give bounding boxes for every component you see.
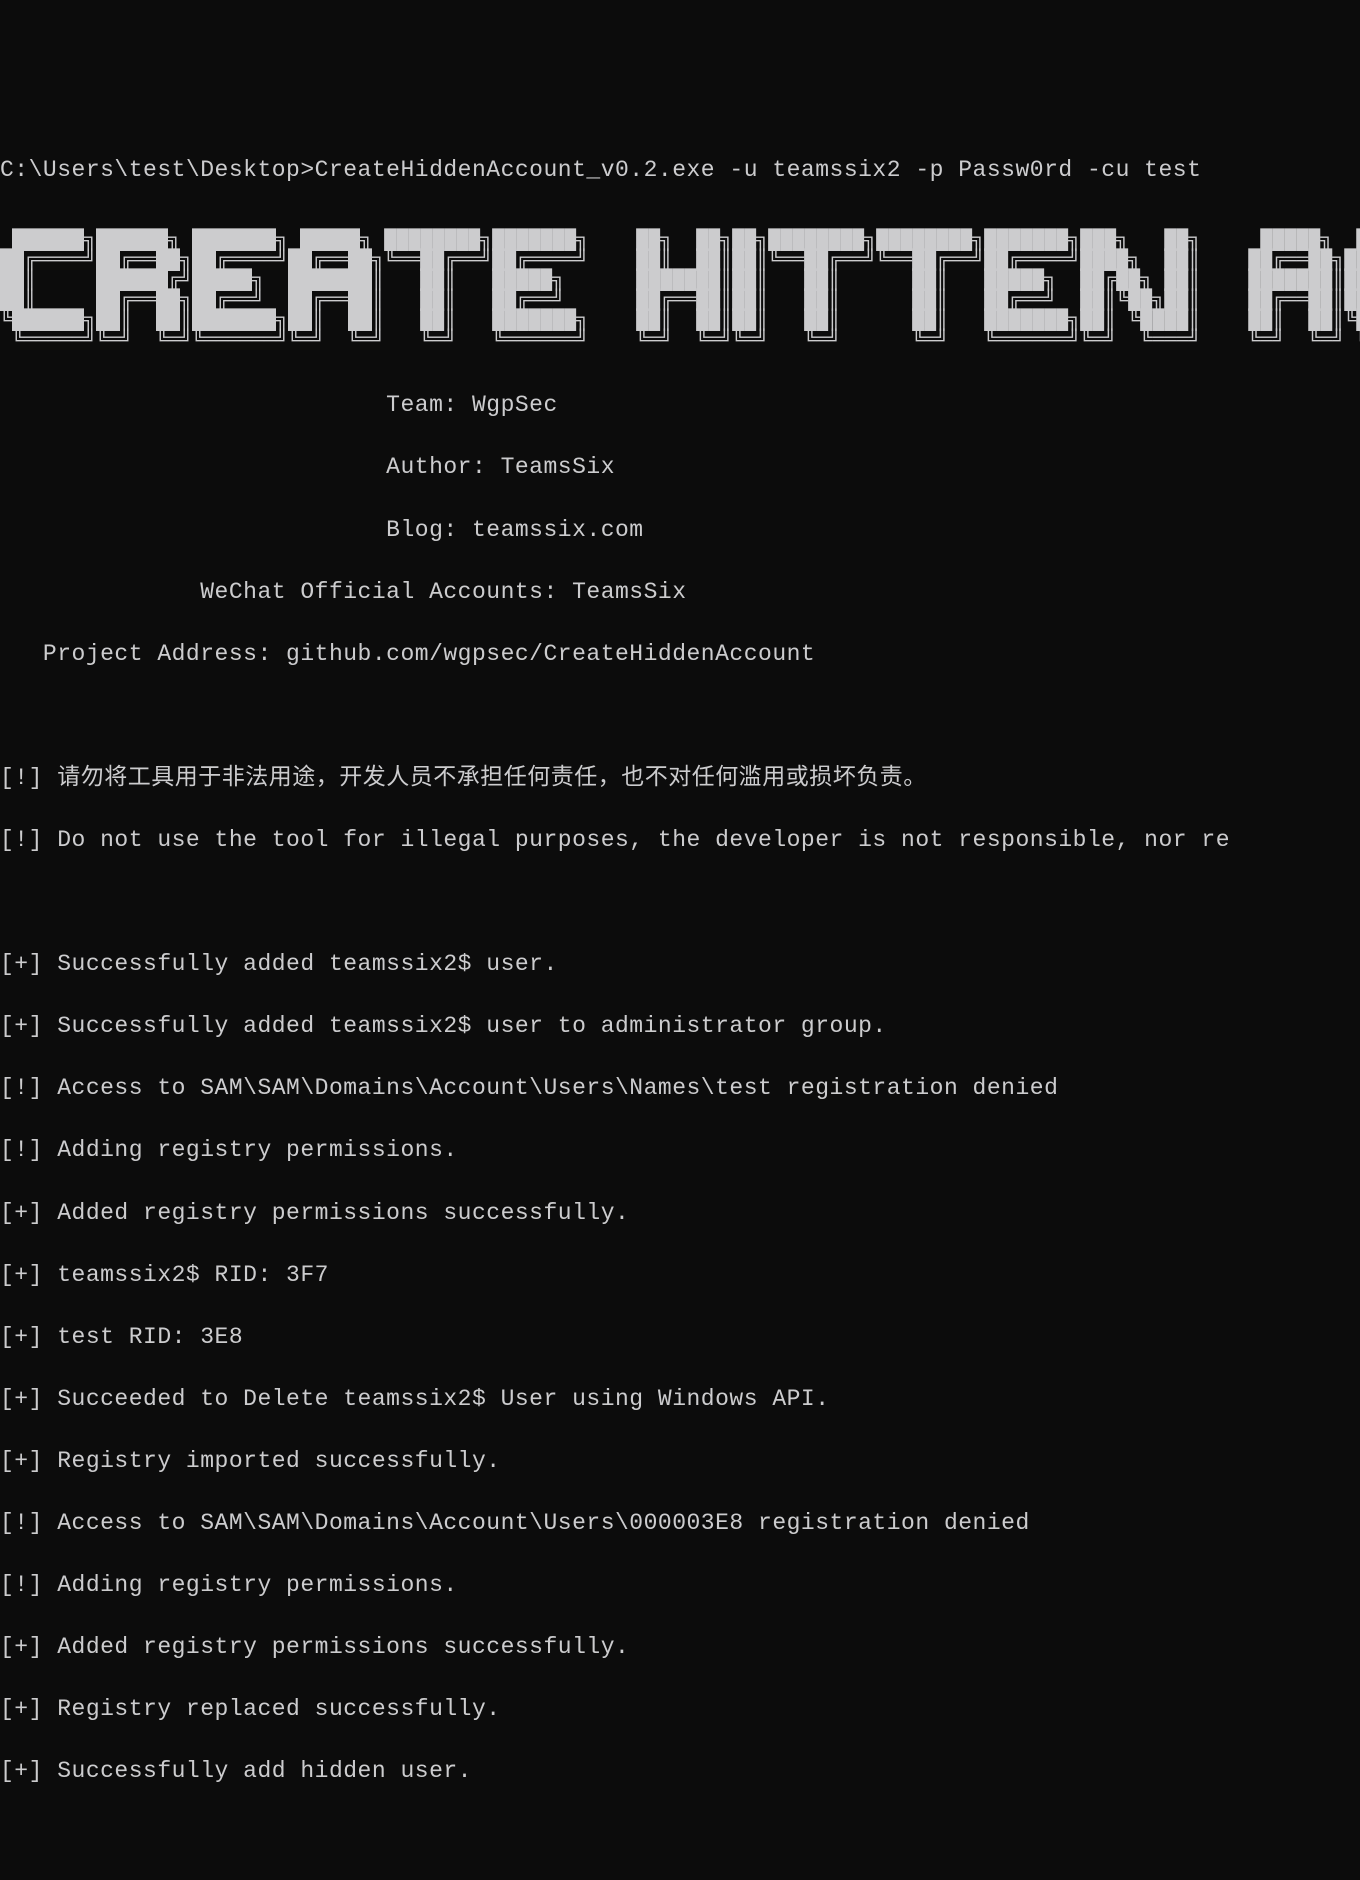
log-line: [+] Succeeded to Delete teamssix2$ User … [0, 1384, 1360, 1415]
ascii-art-banner: ██████╗██████╗ ███████╗ █████╗ ████████╗… [0, 231, 1360, 351]
blank-line [0, 887, 1360, 918]
warning-cn: [!] 请勿将工具用于非法用途，开发人员不承担任何责任，也不对任何滥用或损坏负责… [0, 763, 1360, 794]
log-line: [+] Added registry permissions successfu… [0, 1198, 1360, 1229]
info-team: Team: WgpSec [0, 390, 1360, 421]
log-line: [+] Successfully added teamssix2$ user. [0, 949, 1360, 980]
log-line: [+] Successfully added teamssix2$ user t… [0, 1011, 1360, 1042]
terminal-window[interactable]: C:\Users\test\Desktop>CreateHiddenAccoun… [0, 124, 1360, 1818]
log-line: [!] Adding registry permissions. [0, 1135, 1360, 1166]
info-wechat: WeChat Official Accounts: TeamsSix [0, 577, 1360, 608]
info-project: Project Address: github.com/wgpsec/Creat… [0, 639, 1360, 670]
blank-line [0, 701, 1360, 732]
command-prompt-line: C:\Users\test\Desktop>CreateHiddenAccoun… [0, 155, 1360, 186]
log-line: [!] Access to SAM\SAM\Domains\Account\Us… [0, 1508, 1360, 1539]
log-line: [+] test RID: 3E8 [0, 1322, 1360, 1353]
info-author: Author: TeamsSix [0, 452, 1360, 483]
log-line: [+] teamssix2$ RID: 3F7 [0, 1260, 1360, 1291]
log-line: [+] Added registry permissions successfu… [0, 1632, 1360, 1663]
log-line: [!] Access to SAM\SAM\Domains\Account\Us… [0, 1073, 1360, 1104]
log-line: [+] Successfully add hidden user. [0, 1756, 1360, 1787]
log-line: [+] Registry replaced successfully. [0, 1694, 1360, 1725]
log-line: [+] Registry imported successfully. [0, 1446, 1360, 1477]
info-blog: Blog: teamssix.com [0, 515, 1360, 546]
log-line: [!] Adding registry permissions. [0, 1570, 1360, 1601]
warning-en: [!] Do not use the tool for illegal purp… [0, 825, 1360, 856]
